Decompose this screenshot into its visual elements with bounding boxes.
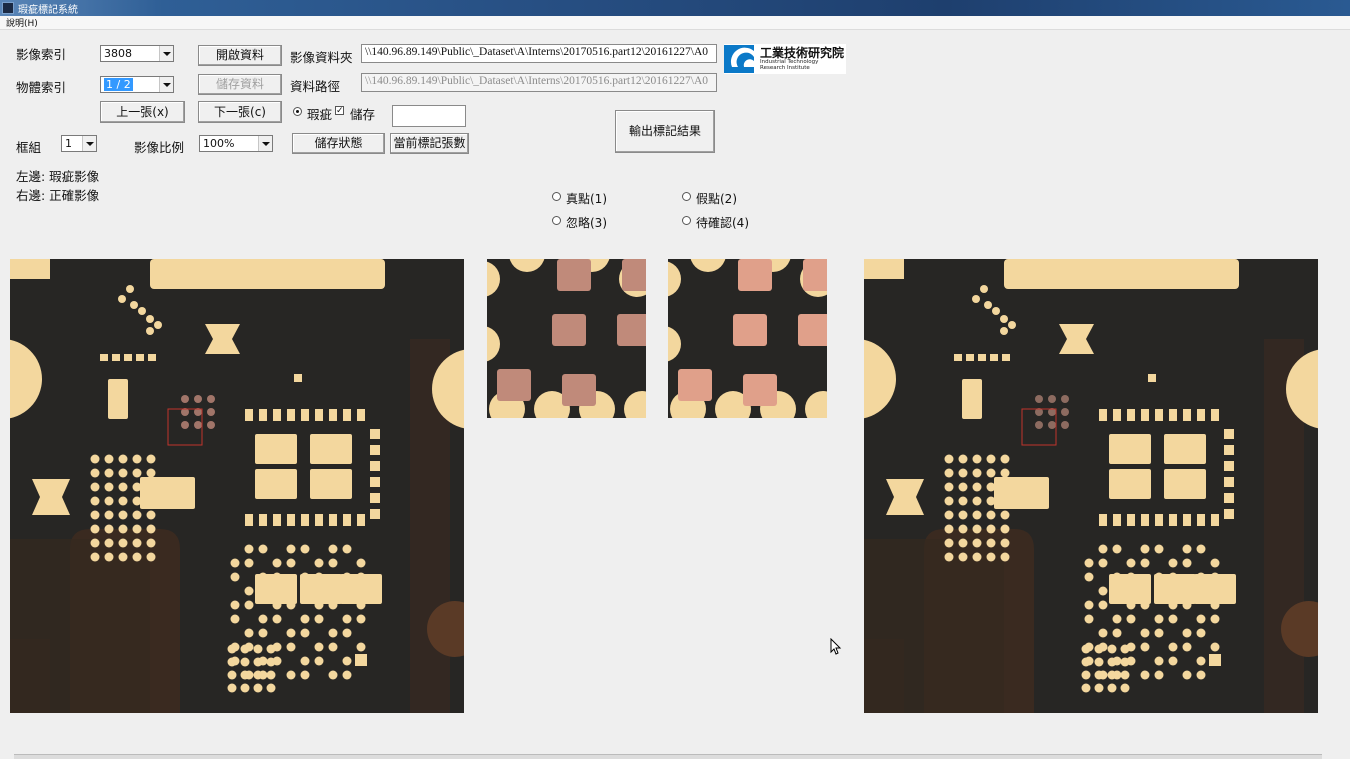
- defect-crop-panel: [487, 259, 646, 418]
- frame-group-combo[interactable]: 1: [61, 135, 97, 152]
- image-index-combo[interactable]: 3808: [100, 45, 174, 62]
- window-title: 瑕疵標記系統: [18, 5, 78, 16]
- save-checkbox[interactable]: ✓: [335, 106, 344, 116]
- true-point-label: 真點(1): [566, 192, 607, 206]
- frame-group-label: 框組: [16, 140, 42, 155]
- defect-image: [10, 259, 464, 713]
- save-data-button[interactable]: 儲存資料: [198, 74, 282, 95]
- image-index-label: 影像索引: [16, 47, 67, 62]
- frame-group-value: 1: [65, 137, 72, 150]
- object-index-label: 物體索引: [16, 80, 67, 95]
- reference-image-panel[interactable]: [864, 259, 1318, 713]
- pending-label: 待確認(4): [696, 216, 749, 230]
- defect-crop-image: [487, 259, 646, 418]
- app-icon: [2, 2, 14, 14]
- open-data-button[interactable]: 開啟資料: [198, 45, 282, 66]
- save-state-button[interactable]: 儲存狀態: [292, 133, 385, 154]
- true-point-radio[interactable]: [552, 192, 561, 201]
- next-button[interactable]: 下一張(c): [198, 101, 282, 123]
- defect-radio[interactable]: [293, 107, 302, 116]
- prev-button[interactable]: 上一張(x): [100, 101, 185, 123]
- left-note: 左邊: 瑕疵影像: [16, 169, 100, 184]
- ignore-label: 忽略(3): [566, 216, 607, 230]
- image-folder-field[interactable]: \\140.96.89.149\Public\_Dataset\A\Intern…: [361, 44, 717, 63]
- defect-radio-label: 瑕疵: [307, 107, 333, 122]
- false-point-label: 假點(2): [696, 192, 737, 206]
- chevron-down-icon[interactable]: [258, 136, 272, 151]
- chevron-down-icon[interactable]: [159, 77, 173, 92]
- reference-crop-panel: [668, 259, 827, 418]
- right-note: 右邊: 正確影像: [16, 188, 100, 203]
- menu-bar: 說明(H): [0, 16, 1350, 30]
- chevron-down-icon[interactable]: [82, 136, 96, 151]
- ignore-radio[interactable]: [552, 216, 561, 225]
- reference-crop-image: [668, 259, 827, 418]
- logo-sub2: Research Institute: [760, 65, 810, 71]
- false-point-radio[interactable]: [682, 192, 691, 201]
- mouse-cursor-icon: [830, 638, 842, 655]
- scale-value: 100%: [203, 137, 235, 150]
- scale-combo[interactable]: 100%: [199, 135, 273, 152]
- pending-radio[interactable]: [682, 216, 691, 225]
- object-index-value: 1 / 2: [104, 78, 133, 91]
- current-count-button[interactable]: 當前標記張數: [390, 133, 469, 154]
- image-index-value: 3808: [104, 47, 132, 60]
- scale-label: 影像比例: [134, 140, 185, 155]
- itri-logo-mark: [724, 45, 754, 73]
- image-folder-label: 影像資料夾: [290, 50, 353, 65]
- count-input[interactable]: [392, 105, 466, 127]
- data-path-field: \\140.96.89.149\Public\_Dataset\A\Intern…: [361, 73, 717, 92]
- reference-image: [864, 259, 1318, 713]
- title-bar: 瑕疵標記系統: [0, 0, 1350, 16]
- export-results-button[interactable]: 輸出標記結果: [615, 110, 715, 153]
- itri-logo: 工業技術研究院 Industrial Technology Research I…: [724, 44, 846, 74]
- defect-image-panel[interactable]: [10, 259, 464, 713]
- menu-help[interactable]: 說明(H): [6, 16, 38, 29]
- save-checkbox-label: 儲存: [350, 107, 376, 122]
- object-index-combo[interactable]: 1 / 2: [100, 76, 174, 93]
- chevron-down-icon[interactable]: [159, 46, 173, 61]
- data-path-label: 資料路徑: [290, 79, 341, 94]
- horizontal-scrollbar[interactable]: [14, 754, 1322, 759]
